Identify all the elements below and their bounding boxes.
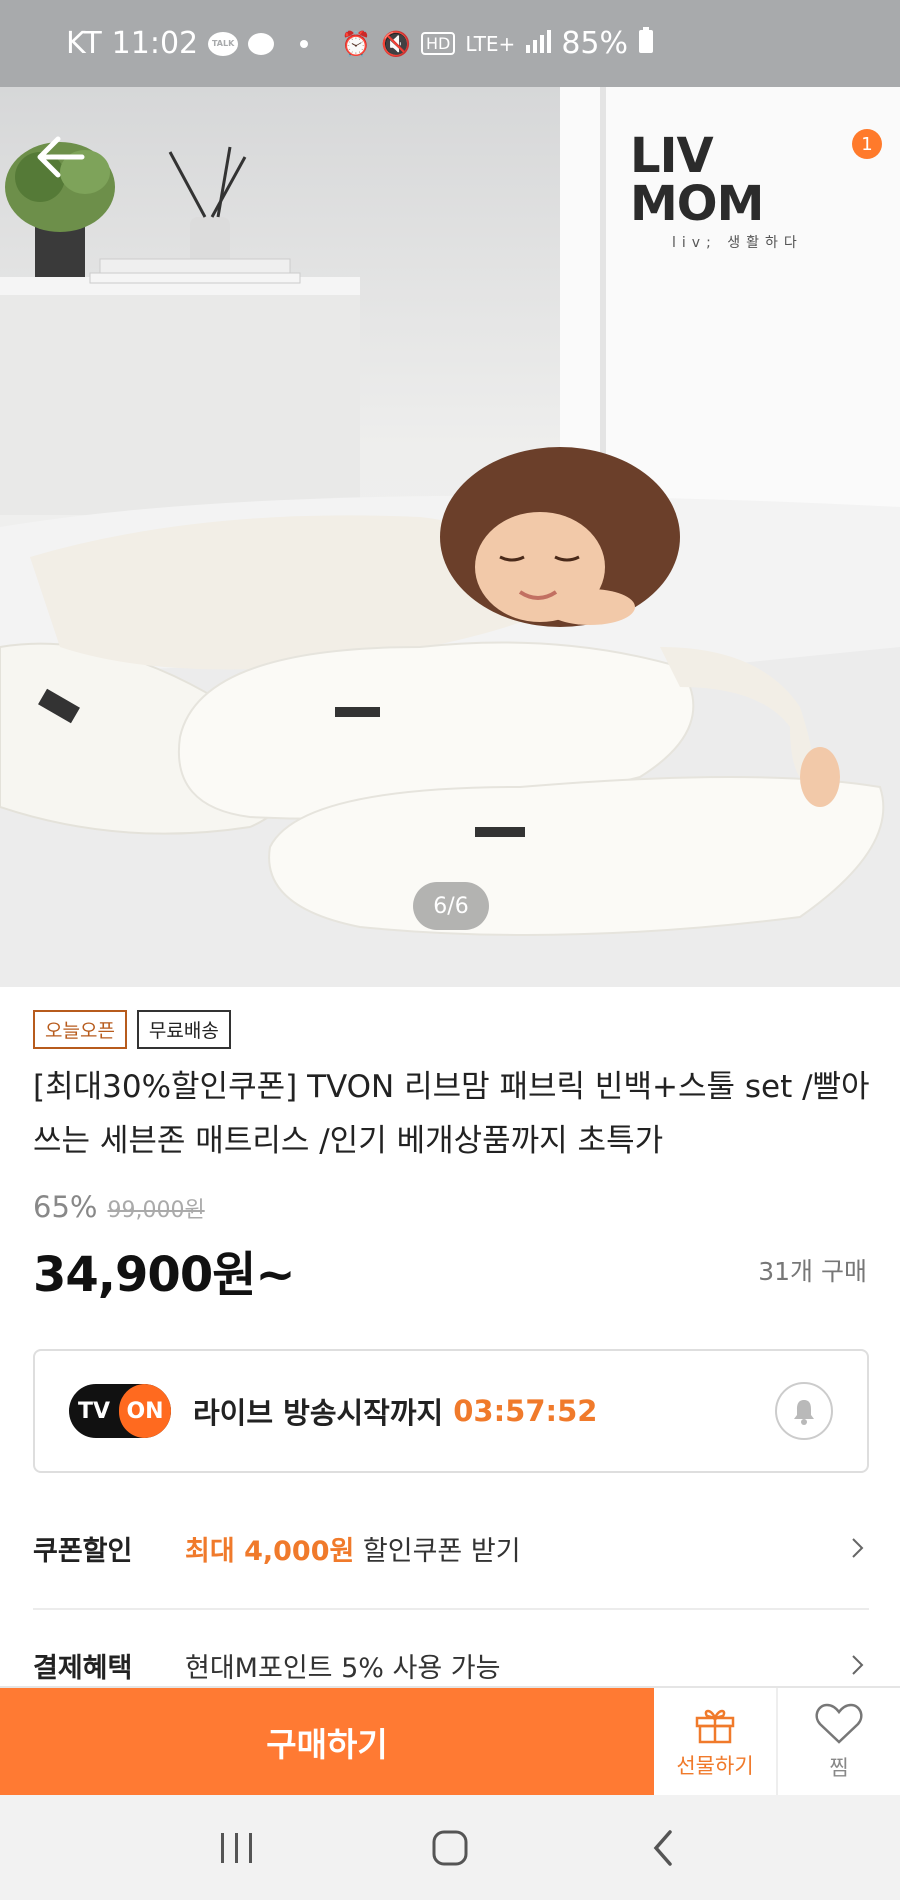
tvon-logo-on: ON (119, 1384, 171, 1438)
brand-logo[interactable]: LIV MOM liv; 생활하다 (630, 132, 850, 251)
heart-icon (815, 1703, 863, 1744)
back-button[interactable] (633, 1818, 693, 1878)
coupon-text: 할인쿠폰 받기 (354, 1535, 521, 1567)
product-badges: 오늘오픈 무료배송 (33, 1010, 231, 1049)
bell-icon (794, 1400, 814, 1425)
gift-label: 선물하기 (676, 1753, 754, 1778)
sale-price: 34,900원~ (33, 1247, 296, 1303)
battery-icon (638, 26, 654, 61)
kakaotalk-icon: TALK (208, 31, 239, 56)
recent-apps-icon (220, 1832, 252, 1863)
mute-icon: 🔇 (381, 29, 411, 58)
cart-count-badge[interactable]: 1 (852, 129, 882, 159)
chevron-right-icon (852, 1538, 864, 1558)
payment-benefit-label: 결제혜택 (33, 1652, 133, 1684)
home-button[interactable] (420, 1818, 480, 1878)
brand-tagline: liv; 생활하다 (672, 235, 803, 251)
notification-bell-button[interactable] (775, 1382, 833, 1440)
purchase-count: 31개 구매 (758, 1257, 867, 1286)
coupon-value: 최대 4,000원 할인쿠폰 받기 (185, 1529, 521, 1568)
wishlist-button[interactable]: 찜 (778, 1688, 900, 1795)
product-title: [최대30%할인쿠폰] TVON 리브맘 패브릭 빈백+스툴 set /빨아쓰는… (33, 1069, 870, 1159)
discount-rate: 65% (33, 1190, 98, 1224)
tvon-logo: TV ON (69, 1384, 171, 1438)
tvon-logo-tv: TV (77, 1398, 111, 1424)
more-notifications-dot (300, 39, 309, 48)
live-countdown-label: 라이브 방송시작까지 (193, 1396, 444, 1430)
clock: 11:02 (111, 26, 199, 61)
battery-level: 85% (561, 26, 628, 61)
wishlist-label: 찜 (829, 1755, 849, 1780)
payment-benefit-value: 현대M포인트 5% 사용 가능 (185, 1652, 501, 1684)
signal-icon (525, 26, 552, 61)
chat-bubble-icon (248, 32, 275, 55)
hd-voice-icon: HD (420, 32, 456, 55)
buy-button[interactable]: 구매하기 (0, 1688, 654, 1795)
live-broadcast-banner[interactable]: TV ON 라이브 방송시작까지 03:57:52 (33, 1349, 869, 1473)
back-arrow-icon[interactable] (30, 127, 90, 187)
chevron-right-icon (852, 1655, 864, 1675)
home-icon (432, 1830, 468, 1865)
back-chevron-icon (653, 1829, 673, 1866)
purchase-action-bar: 구매하기 선물하기 찜 (0, 1686, 900, 1795)
coupon-row[interactable]: 쿠폰할인 최대 4,000원 할인쿠폰 받기 (33, 1493, 869, 1603)
recent-apps-button[interactable] (207, 1818, 267, 1878)
original-price: 99,000원 (107, 1198, 205, 1223)
alarm-icon: ⏰ (341, 29, 372, 58)
badge-free-shipping: 무료배송 (136, 1010, 231, 1049)
system-nav-bar (0, 1795, 900, 1900)
page-indicator: 6/6 (413, 882, 489, 930)
live-countdown-timer: 03:57:52 (453, 1394, 598, 1428)
badge-today-open: 오늘오픈 (33, 1010, 127, 1049)
coupon-highlight: 최대 4,000원 (185, 1535, 355, 1567)
brand-name: LIV MOM (630, 128, 764, 232)
status-bar: KT 11:02 TALK ⏰ 🔇 HD LTE+ 85% (0, 0, 900, 87)
gift-icon (695, 1709, 735, 1743)
carrier-label: KT (66, 26, 102, 61)
coupon-label: 쿠폰할인 (33, 1535, 133, 1567)
network-type: LTE+ (465, 31, 516, 56)
product-image-carousel[interactable]: LIV MOM liv; 생활하다 1 6/6 (0, 87, 900, 987)
discount-row: 65% 99,000원 (33, 1190, 205, 1224)
gift-button[interactable]: 선물하기 (654, 1688, 778, 1795)
